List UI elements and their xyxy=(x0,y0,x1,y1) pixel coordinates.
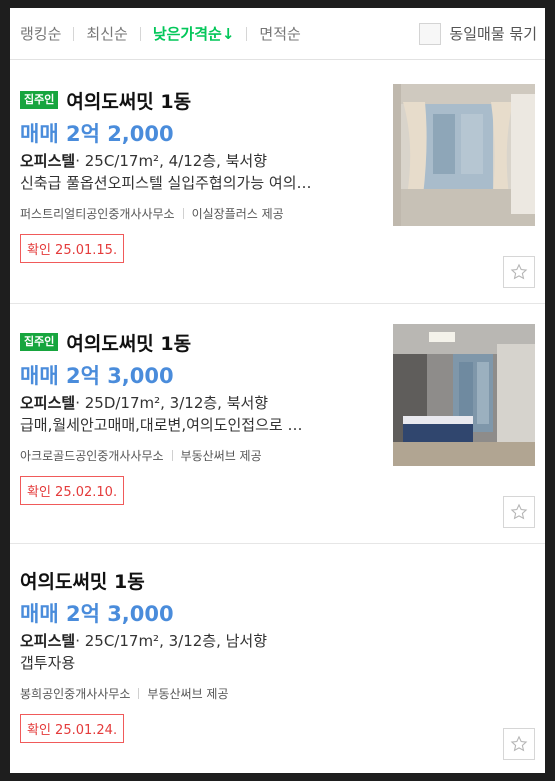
group-same-listings-checkbox[interactable] xyxy=(419,22,442,45)
listing-item[interactable]: 집주인 여의도써밋 1동 매매 2억 2,000 오피스텔· 25C/17m²,… xyxy=(10,60,545,304)
property-type: 오피스텔 xyxy=(20,394,76,412)
agency-name[interactable]: 봉희공인중개사사무소 xyxy=(20,685,130,702)
listing-spec: 오피스텔· 25D/17m², 3/12층, 북서향 xyxy=(20,392,380,414)
listing-description: 신축급 풀옵션오피스텔 실입주협의가능 여의… xyxy=(20,174,312,192)
favorite-button[interactable] xyxy=(503,496,535,528)
group-same-listings-toggle[interactable]: 동일매물 묶기 xyxy=(419,22,537,45)
listing-description: 급매,월세안고매매,대로변,여의도인접으로 … xyxy=(20,416,303,434)
sort-newest[interactable]: 최신순 xyxy=(86,23,127,44)
confirmed-date-badge: 확인 25.01.24. xyxy=(20,714,125,743)
star-icon xyxy=(510,735,528,752)
listing-spec: 오피스텔· 25C/17m², 4/12층, 북서향 xyxy=(20,150,380,172)
listing-title[interactable]: 여의도써밋 1동 xyxy=(66,329,191,356)
agency-info: 퍼스트리얼티공인중개사사무소 이실장플러스 제공 xyxy=(20,204,380,222)
listing-price: 매매 2억 3,000 xyxy=(20,364,174,388)
listing-title[interactable]: 여의도써밋 1동 xyxy=(66,87,191,114)
sort-divider xyxy=(246,26,248,41)
agency-info: 아크로골드공인중개사사무소 부동산써브 제공 xyxy=(20,446,380,464)
agency-info: 봉희공인중개사사무소 부동산써브 제공 xyxy=(20,684,380,702)
favorite-button[interactable] xyxy=(503,728,535,760)
sort-ranking[interactable]: 랭킹순 xyxy=(20,23,61,44)
listing-spec: 오피스텔· 25C/17m², 3/12층, 남서향 xyxy=(20,630,380,652)
sort-bar: 랭킹순 최신순 낮은가격순↓ 면적순 동일매물 묶기 xyxy=(10,8,545,60)
provider-name: 부동산써브 제공 xyxy=(147,686,229,701)
agency-divider xyxy=(138,687,140,699)
listing-price: 매매 2억 2,000 xyxy=(20,122,174,146)
agency-divider xyxy=(182,207,184,219)
provider-name: 이실장플러스 제공 xyxy=(191,206,284,221)
listing-item[interactable]: 여의도써밋 1동 매매 2억 3,000 오피스텔· 25C/17m², 3/1… xyxy=(10,544,545,773)
star-icon xyxy=(510,263,528,280)
bedroom-interior-photo xyxy=(393,324,535,466)
property-type: 오피스텔 xyxy=(20,152,76,170)
listing-title[interactable]: 여의도써밋 1동 xyxy=(20,567,145,594)
star-icon xyxy=(510,503,528,520)
owner-badge: 집주인 xyxy=(20,333,59,351)
provider-name: 부동산써브 제공 xyxy=(180,448,262,463)
group-same-listings-label: 동일매물 묶기 xyxy=(449,25,537,43)
sort-divider xyxy=(73,26,75,41)
property-details: · 25C/17m², 3/12층, 남서향 xyxy=(75,632,268,650)
sort-divider xyxy=(139,26,141,41)
property-details: · 25C/17m², 4/12층, 북서향 xyxy=(75,152,268,170)
confirmed-date-badge: 확인 25.02.10. xyxy=(20,476,125,505)
property-details: · 25D/17m², 3/12층, 북서향 xyxy=(75,394,269,412)
listing-description: 갭투자용 xyxy=(20,654,76,672)
listing-photo[interactable] xyxy=(393,84,535,226)
agency-name[interactable]: 퍼스트리얼티공인중개사사무소 xyxy=(20,205,175,222)
agency-divider xyxy=(171,449,173,461)
apartment-interior-photo xyxy=(393,84,535,226)
listing-item[interactable]: 집주인 여의도써밋 1동 매매 2억 3,000 오피스텔· 25D/17m²,… xyxy=(10,304,545,544)
sort-area[interactable]: 면적순 xyxy=(259,23,300,44)
confirmed-date-badge: 확인 25.01.15. xyxy=(20,234,125,263)
listing-price: 매매 2억 3,000 xyxy=(20,602,174,626)
listing-panel: 랭킹순 최신순 낮은가격순↓ 면적순 동일매물 묶기 집주인 여의도써밋 1동 … xyxy=(10,8,545,773)
listing-photo[interactable] xyxy=(393,324,535,466)
favorite-button[interactable] xyxy=(503,256,535,288)
property-type: 오피스텔 xyxy=(20,632,76,650)
sort-lowest-price[interactable]: 낮은가격순↓ xyxy=(153,23,235,44)
owner-badge: 집주인 xyxy=(20,91,59,109)
agency-name[interactable]: 아크로골드공인중개사사무소 xyxy=(20,447,164,464)
